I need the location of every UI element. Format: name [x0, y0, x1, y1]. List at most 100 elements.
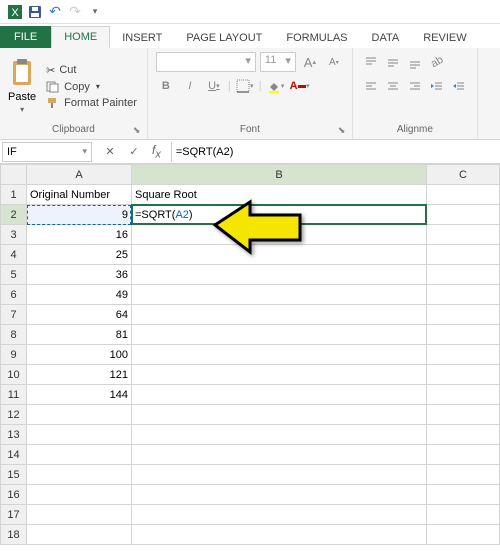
cell[interactable]	[427, 525, 500, 545]
row-header[interactable]: 16	[1, 485, 27, 505]
row-header[interactable]: 5	[1, 265, 27, 285]
cell[interactable]	[427, 325, 500, 345]
paste-button[interactable]: Paste ▾	[6, 57, 38, 116]
cell[interactable]: 100	[27, 345, 132, 365]
copy-button[interactable]: Copy▾	[42, 80, 141, 94]
tab-data[interactable]: DATA	[360, 28, 412, 48]
font-color-button[interactable]: A▾	[290, 76, 310, 96]
cell[interactable]	[27, 465, 132, 485]
row-header[interactable]: 18	[1, 525, 27, 545]
cell[interactable]	[132, 505, 427, 525]
cell[interactable]	[27, 445, 132, 465]
col-header-a[interactable]: A	[27, 165, 132, 185]
format-painter-button[interactable]: Format Painter	[42, 96, 141, 110]
cell[interactable]: 81	[27, 325, 132, 345]
cell[interactable]	[27, 505, 132, 525]
cell[interactable]: Original Number	[27, 185, 132, 205]
paste-dropdown-icon[interactable]: ▾	[20, 105, 24, 114]
tab-insert[interactable]: INSERT	[110, 28, 174, 48]
fill-color-button[interactable]: ▾	[266, 76, 286, 96]
cell[interactable]: 49	[27, 285, 132, 305]
tab-file[interactable]: FILE	[0, 26, 51, 48]
increase-indent-button[interactable]	[449, 76, 469, 96]
cell[interactable]	[427, 385, 500, 405]
row-header[interactable]: 6	[1, 285, 27, 305]
decrease-indent-button[interactable]	[427, 76, 447, 96]
cell[interactable]	[427, 425, 500, 445]
underline-button[interactable]: U▾	[204, 76, 224, 96]
cell[interactable]	[132, 385, 427, 405]
cell[interactable]: 144	[27, 385, 132, 405]
row-header[interactable]: 17	[1, 505, 27, 525]
row-header[interactable]: 4	[1, 245, 27, 265]
cell[interactable]	[132, 305, 427, 325]
cell[interactable]	[427, 345, 500, 365]
col-header-b[interactable]: B	[132, 165, 427, 185]
row-header[interactable]: 9	[1, 345, 27, 365]
undo-icon[interactable]: ↶	[46, 3, 64, 21]
cell[interactable]	[427, 225, 500, 245]
cell[interactable]	[427, 285, 500, 305]
cell[interactable]	[132, 285, 427, 305]
row-header[interactable]: 1	[1, 185, 27, 205]
row-header[interactable]: 3	[1, 225, 27, 245]
cell[interactable]	[427, 205, 500, 225]
cell[interactable]	[27, 485, 132, 505]
bold-button[interactable]: B	[156, 76, 176, 96]
cell[interactable]	[27, 525, 132, 545]
cut-button[interactable]: ✂Cut	[42, 63, 141, 78]
tab-formulas[interactable]: FORMULAS	[274, 28, 359, 48]
decrease-font-button[interactable]: A▾	[324, 52, 344, 72]
cell[interactable]	[132, 465, 427, 485]
clipboard-popout-icon[interactable]: ⬊	[133, 125, 145, 137]
font-family-select[interactable]: ▾	[156, 52, 256, 72]
tab-review[interactable]: REVIEW	[411, 28, 478, 48]
row-header[interactable]: 11	[1, 385, 27, 405]
formula-input[interactable]	[171, 142, 500, 162]
row-header[interactable]: 14	[1, 445, 27, 465]
row-header[interactable]: 2	[1, 205, 27, 225]
orientation-button[interactable]: ab	[427, 52, 447, 72]
cell[interactable]	[132, 485, 427, 505]
qat-dropdown-icon[interactable]: ▾	[86, 3, 104, 21]
tab-page-layout[interactable]: PAGE LAYOUT	[174, 28, 274, 48]
cell[interactable]	[427, 485, 500, 505]
cell[interactable]	[427, 405, 500, 425]
cell[interactable]	[427, 305, 500, 325]
cell[interactable]	[27, 405, 132, 425]
cell[interactable]: 121	[27, 365, 132, 385]
row-header[interactable]: 12	[1, 405, 27, 425]
enter-formula-button[interactable]: ✓	[124, 142, 144, 162]
cell[interactable]: 16	[27, 225, 132, 245]
name-box[interactable]: IF▾	[2, 142, 92, 162]
cell[interactable]	[427, 445, 500, 465]
cell[interactable]: 64	[27, 305, 132, 325]
select-all-corner[interactable]	[1, 165, 27, 185]
row-header[interactable]: 15	[1, 465, 27, 485]
increase-font-button[interactable]: A▴	[300, 52, 320, 72]
cell[interactable]	[427, 465, 500, 485]
cell[interactable]	[427, 505, 500, 525]
cell[interactable]: 25	[27, 245, 132, 265]
tab-home[interactable]: HOME	[51, 26, 110, 48]
row-header[interactable]: 7	[1, 305, 27, 325]
border-button[interactable]: ▾	[235, 76, 255, 96]
cell[interactable]: 36	[27, 265, 132, 285]
cell[interactable]	[132, 445, 427, 465]
row-header[interactable]: 8	[1, 325, 27, 345]
cell[interactable]	[427, 265, 500, 285]
cell[interactable]	[132, 325, 427, 345]
cell[interactable]	[132, 425, 427, 445]
cell[interactable]	[132, 365, 427, 385]
cancel-formula-button[interactable]: ✕	[100, 142, 120, 162]
row-header[interactable]: 13	[1, 425, 27, 445]
align-center-button[interactable]	[383, 76, 403, 96]
cell[interactable]	[132, 345, 427, 365]
font-popout-icon[interactable]: ⬊	[338, 125, 350, 137]
align-middle-button[interactable]	[383, 52, 403, 72]
fx-icon[interactable]: fx	[148, 143, 165, 160]
save-icon[interactable]	[26, 3, 44, 21]
redo-icon[interactable]: ↷	[66, 3, 84, 21]
align-right-button[interactable]	[405, 76, 425, 96]
cell[interactable]	[427, 365, 500, 385]
